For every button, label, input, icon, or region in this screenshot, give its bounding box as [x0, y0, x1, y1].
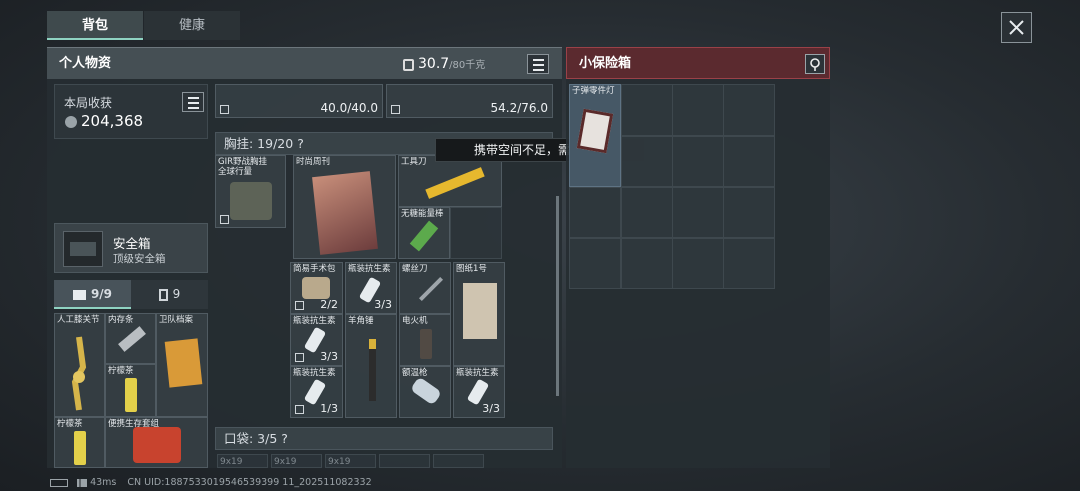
pocket-slot[interactable] — [379, 454, 430, 468]
top-container-2[interactable]: 54.2/76.0 — [386, 84, 553, 118]
safe-slot[interactable] — [672, 84, 724, 136]
pocket-slot[interactable]: 9x19 — [325, 454, 376, 468]
paper-icon — [463, 283, 497, 339]
item-screwdriver[interactable]: 螺丝刀 — [399, 262, 451, 314]
personal-header: 个人物资 30.7/80千克 — [47, 47, 562, 79]
earnings-box: 本局收获 204,368 — [54, 84, 208, 139]
close-icon — [1009, 20, 1024, 35]
status-bar: 43ms CN UID:1887533019546539399 11_20251… — [50, 475, 570, 491]
item-survival-kit[interactable]: 便携生存套组 — [105, 417, 208, 468]
earnings-label: 本局收获 — [64, 96, 113, 110]
weight-lock-icon — [403, 58, 414, 71]
pocket-slot[interactable] — [433, 454, 484, 468]
safe-slot[interactable] — [569, 238, 621, 289]
survival-kit-icon — [133, 427, 181, 463]
safe-header: 小保险箱 — [566, 47, 830, 79]
vest-icon — [230, 182, 272, 220]
item-claw-hammer[interactable]: 羊角锤 — [345, 314, 397, 418]
safe-slot[interactable] — [621, 136, 673, 187]
safe-title: 小保险箱 — [579, 56, 632, 71]
secure-case-icon — [63, 231, 103, 267]
pouch-icon — [302, 277, 330, 299]
help-icon[interactable]: ? — [297, 136, 304, 151]
rig-empty-slot[interactable] — [450, 207, 502, 259]
knife-icon — [425, 167, 485, 199]
thermometer-icon — [409, 376, 443, 406]
chest-rig-item[interactable]: GIR野战胸挂 全球行量 — [215, 155, 286, 228]
safe-slot[interactable] — [723, 84, 775, 136]
item-guard-file[interactable]: 卫队档案 — [156, 313, 208, 417]
item-energy-bar[interactable]: 无糖能量棒 — [398, 207, 450, 259]
item-lemon-tea-2[interactable]: 柠檬茶 — [54, 417, 105, 468]
safe-slot[interactable] — [621, 187, 673, 238]
tag-icon — [295, 353, 304, 362]
tag-icon — [220, 105, 229, 114]
tag-icon — [220, 215, 229, 224]
tab-backpack[interactable]: 背包 — [47, 11, 143, 40]
coin-icon — [65, 116, 77, 128]
item-lighter[interactable]: 电火机 — [399, 314, 451, 366]
memory-stick-icon — [118, 326, 146, 352]
pocket-slot[interactable]: 9x19 — [217, 454, 268, 468]
safe-slot[interactable] — [672, 187, 724, 238]
earnings-value: 204,368 — [81, 112, 144, 130]
case-tab-count[interactable]: 9 — [131, 280, 208, 309]
safe-slot[interactable] — [723, 187, 775, 238]
location-pin-icon — [810, 58, 820, 71]
knee-joint-icon — [71, 336, 87, 411]
safe-slot[interactable] — [621, 238, 673, 289]
item-lemon-tea-1[interactable]: 柠檬茶 — [105, 364, 156, 417]
folder-icon — [164, 338, 203, 388]
tag-icon — [391, 105, 400, 114]
card-icon — [576, 108, 614, 154]
secure-case[interactable]: 安全箱 顶级安全箱 — [54, 223, 208, 273]
hammer-icon — [369, 339, 376, 401]
pocket-header: 口袋: 3/5 ? — [215, 427, 553, 450]
scrollbar[interactable] — [556, 196, 559, 396]
can-icon — [74, 431, 86, 465]
location-pin-button[interactable] — [805, 54, 825, 74]
tag-icon — [295, 405, 304, 414]
item-magazine[interactable]: 时尚周刊 — [293, 155, 396, 259]
clipboard-icon — [158, 288, 168, 301]
item-blueprint[interactable]: 图纸1号 — [453, 262, 505, 366]
energy-bar-icon — [409, 220, 439, 252]
top-container-1[interactable]: 40.0/40.0 — [215, 84, 383, 118]
case-tab-slots[interactable]: 9/9 — [54, 280, 131, 309]
can-icon — [125, 378, 137, 412]
item-antibiotics-4[interactable]: 瓶装抗生素 3/3 — [453, 366, 505, 418]
signal-icon — [77, 478, 88, 487]
screwdriver-icon — [418, 276, 444, 302]
help-icon[interactable]: ? — [281, 431, 288, 446]
item-memory-stick[interactable]: 内存条 — [105, 313, 156, 364]
secure-case-title: 安全箱 — [113, 236, 151, 251]
item-antibiotics-2[interactable]: 瓶装抗生素 3/3 — [290, 314, 343, 366]
item-antibiotics-3[interactable]: 瓶装抗生素 1/3 — [290, 366, 343, 418]
personal-title: 个人物资 — [59, 56, 112, 71]
item-surgical-kit[interactable]: 简易手术包 2/2 — [290, 262, 343, 314]
personal-menu-button[interactable] — [527, 54, 549, 74]
safe-slot[interactable] — [569, 187, 621, 238]
tag-icon — [295, 301, 304, 310]
safe-item-card[interactable]: 子弹零件灯 — [569, 84, 621, 187]
safe-slot[interactable] — [723, 136, 775, 187]
pocket-slot[interactable]: 9x19 — [271, 454, 322, 468]
close-button[interactable] — [1001, 12, 1032, 43]
safe-slot[interactable] — [672, 136, 724, 187]
earnings-menu-button[interactable] — [182, 92, 204, 112]
briefcase-icon — [72, 289, 86, 300]
item-thermometer[interactable]: 额温枪 — [399, 366, 451, 418]
lighter-icon — [420, 329, 432, 359]
safe-slot[interactable] — [621, 84, 673, 136]
battery-icon — [50, 478, 68, 487]
secure-case-subtitle: 顶级安全箱 — [113, 253, 166, 265]
item-utility-knife[interactable]: 工具刀 — [398, 155, 502, 207]
safe-slot[interactable] — [723, 238, 775, 289]
item-antibiotics-1[interactable]: 瓶装抗生素 3/3 — [345, 262, 397, 314]
magazine-icon — [312, 171, 378, 255]
item-knee-joint[interactable]: 人工膝关节 — [54, 313, 105, 417]
weight-display: 30.7/80千克 — [403, 48, 485, 82]
safe-slot[interactable] — [672, 238, 724, 289]
tab-health[interactable]: 健康 — [144, 11, 240, 40]
